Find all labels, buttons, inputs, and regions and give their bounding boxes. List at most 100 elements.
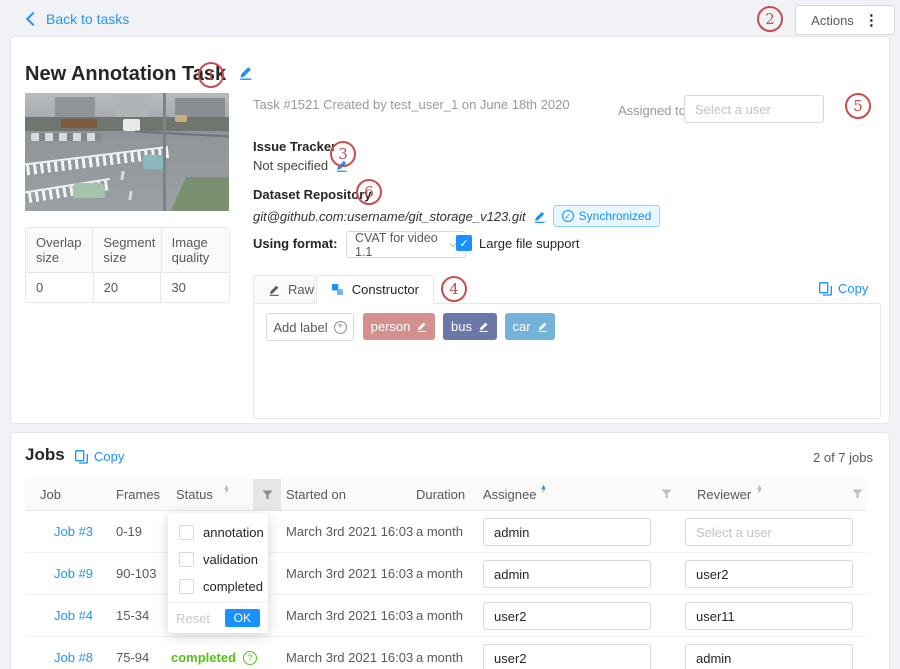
job-started: March 3rd 2021 16:03 [286, 608, 413, 623]
checkbox-completed[interactable] [179, 579, 194, 594]
job-link[interactable]: Job #9 [54, 566, 93, 581]
job-duration: a month [416, 650, 463, 665]
filter-option-completed-label: completed [203, 579, 263, 594]
task-title-text: New Annotation Task [25, 63, 226, 85]
add-label-text: Add label [273, 320, 327, 335]
reviewer-input[interactable] [685, 602, 853, 630]
callout-4: 4 [441, 276, 467, 302]
reviewer-input[interactable] [685, 560, 853, 588]
job-started: March 3rd 2021 16:03 [286, 650, 413, 665]
label-bus-name: bus [451, 319, 472, 334]
job-status-text: completed [171, 650, 236, 665]
tab-constructor-label: Constructor [352, 282, 419, 297]
assignee-input[interactable] [483, 518, 651, 546]
sync-status-badge: ✓ Synchronized [553, 205, 661, 227]
col-reviewer[interactable]: Reviewer [697, 487, 751, 502]
reviewer-filter-button[interactable] [852, 489, 863, 500]
edit-label-bus-icon[interactable] [478, 321, 489, 332]
task-preview-image [25, 93, 229, 211]
label-chip-bus[interactable]: bus [443, 313, 497, 340]
dataset-repository-heading: Dataset Repository [253, 187, 371, 202]
issue-tracker-value: Not specified [253, 158, 328, 173]
large-file-checkbox[interactable]: ✓ [456, 235, 472, 251]
filter-option-validation-label: validation [203, 552, 258, 567]
raw-edit-icon [268, 284, 280, 296]
back-to-tasks-link[interactable]: Back to tasks [28, 11, 129, 27]
job-link[interactable]: Job #8 [54, 650, 93, 665]
filter-option-validation[interactable]: validation [168, 546, 268, 573]
callout-2: 2 [757, 6, 783, 32]
param-value-quality: 30 [161, 273, 229, 302]
jobs-card: Jobs Copy 2 of 7 jobs Job Frames Status … [10, 432, 890, 669]
jobs-copy-link[interactable]: Copy [75, 449, 124, 464]
labels-copy-label: Copy [838, 281, 868, 296]
assignee-sorter-icon[interactable]: ▲▼ [540, 486, 547, 494]
jobs-count: 2 of 7 jobs [813, 450, 873, 465]
add-label-button[interactable]: Add label + [266, 313, 354, 341]
status-filter-button[interactable] [253, 479, 281, 511]
callout-5: 5 [845, 93, 871, 119]
sync-check-icon: ✓ [562, 210, 574, 222]
param-value-overlap: 0 [26, 273, 94, 302]
filter-option-annotation-label: annotation [203, 525, 264, 540]
job-frames: 0-19 [116, 524, 142, 539]
task-params-table: Overlap size Segment size Image quality … [25, 227, 230, 303]
assignee-filter-button[interactable] [661, 489, 672, 500]
label-chip-person[interactable]: person [363, 313, 435, 340]
labels-copy-link[interactable]: Copy [819, 281, 868, 296]
assigned-to-input[interactable] [684, 95, 824, 123]
callout-3: 3 [330, 141, 356, 167]
copy-icon [819, 282, 832, 296]
label-chip-car[interactable]: car [505, 313, 555, 340]
table-row: Job #8 75-94 completed ? March 3rd 2021 … [25, 637, 867, 669]
reviewer-sorter-icon[interactable]: ▲▼ [756, 486, 763, 494]
edit-repository-icon[interactable] [533, 210, 546, 223]
assignee-input[interactable] [483, 602, 651, 630]
back-link-label: Back to tasks [46, 11, 129, 27]
plus-circle-icon: + [334, 321, 347, 334]
large-file-label: Large file support [479, 236, 579, 251]
col-status[interactable]: Status [176, 487, 213, 502]
task-detail-card: New Annotation Task Overlap size Segment… [10, 36, 890, 424]
col-assignee[interactable]: Assignee [483, 487, 536, 502]
tab-raw[interactable]: Raw [253, 275, 315, 304]
edit-label-person-icon[interactable] [416, 321, 427, 332]
question-circle-icon[interactable]: ? [243, 651, 257, 665]
issue-tracker-heading: Issue Tracker [253, 139, 336, 154]
job-duration: a month [416, 566, 463, 581]
assignee-input[interactable] [483, 560, 651, 588]
checkbox-annotation[interactable] [179, 525, 194, 540]
assignee-input[interactable] [483, 644, 651, 669]
reviewer-input[interactable] [685, 644, 853, 669]
job-frames: 15-34 [116, 608, 149, 623]
job-link[interactable]: Job #4 [54, 608, 93, 623]
job-link[interactable]: Job #3 [54, 524, 93, 539]
filter-option-completed[interactable]: completed [168, 573, 268, 600]
more-vertical-icon: ⋮ [864, 13, 879, 28]
using-format-label: Using format: [253, 236, 338, 251]
format-select-value: CVAT for video 1.1 [355, 231, 449, 259]
col-job[interactable]: Job [40, 487, 61, 502]
format-select[interactable]: CVAT for video 1.1 [346, 231, 466, 258]
callout-1: 1 [198, 62, 224, 88]
filter-option-annotation[interactable]: annotation [168, 519, 268, 546]
checkbox-validation[interactable] [179, 552, 194, 567]
tab-constructor[interactable]: Constructor [316, 275, 434, 304]
job-status: completed ? [171, 650, 257, 665]
edit-title-icon[interactable] [238, 65, 253, 80]
edit-label-car-icon[interactable] [537, 321, 548, 332]
tab-raw-label: Raw [288, 282, 314, 297]
filter-reset-button[interactable]: Reset [176, 611, 210, 626]
table-row: Job #4 15-34 March 3rd 2021 16:03 a mont… [25, 595, 867, 637]
col-started: Started on [286, 487, 346, 502]
block-icon [331, 283, 344, 296]
copy-icon [75, 450, 88, 464]
filter-funnel-icon [661, 489, 672, 500]
actions-button[interactable]: Actions ⋮ [795, 5, 895, 35]
filter-ok-button[interactable]: OK [225, 609, 260, 627]
job-frames: 75-94 [116, 650, 149, 665]
actions-label: Actions [811, 13, 854, 28]
reviewer-input[interactable] [685, 518, 853, 546]
jobs-table-header: Job Frames Status ▲▼ Started on Duration… [25, 479, 867, 511]
status-sorter-icon[interactable]: ▲▼ [223, 486, 230, 494]
